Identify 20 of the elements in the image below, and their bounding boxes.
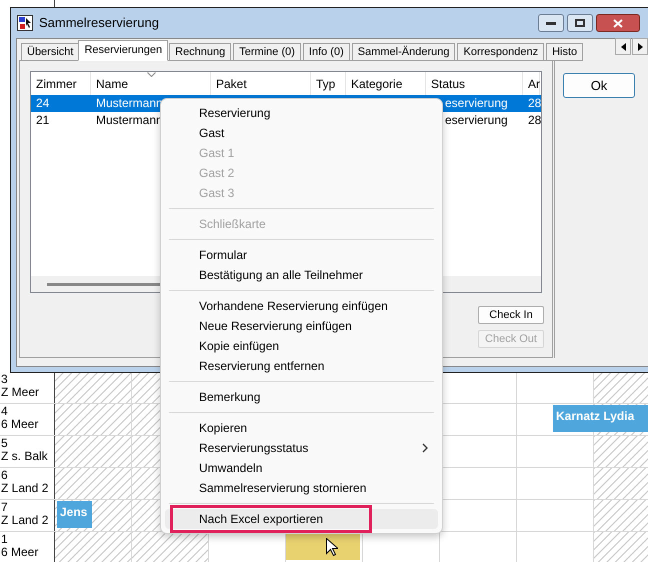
room-label: Z Land 2 (1, 514, 48, 527)
room-label: Z s. Balk (1, 450, 48, 463)
room-label: 6 Meer (1, 546, 38, 559)
table-cell: eservierung (445, 96, 508, 110)
room-number: 3 (1, 373, 8, 386)
window-title: Sammelreservierung (39, 14, 159, 32)
room-number: 1 (1, 533, 8, 546)
room-number: 6 (1, 469, 8, 482)
room-number: 5 (1, 437, 8, 450)
room-number: 4 (1, 405, 8, 418)
table-cell: 24 (36, 96, 50, 110)
table-cell: 21 (36, 113, 50, 127)
room-label: 6 Meer (1, 418, 38, 431)
table-cell: 28 (528, 113, 542, 127)
room-label: Z Land 2 (1, 482, 48, 495)
room-number: 7 (1, 501, 8, 514)
table-cell: eservierung (445, 113, 508, 127)
table-cell: Mustermann (96, 113, 163, 127)
room-label: Z Meer (1, 386, 40, 399)
table-cell: 28 (528, 96, 542, 110)
